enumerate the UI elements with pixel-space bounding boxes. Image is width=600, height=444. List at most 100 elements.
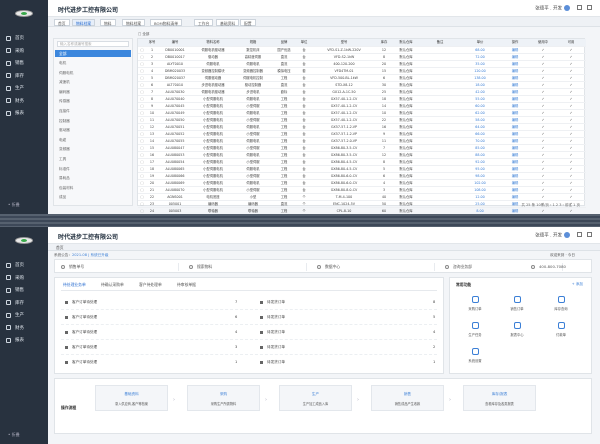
pagination[interactable]: 共 25 条 10条/页 ‹ 1 2 3 › 前往 1 页 [521, 203, 580, 208]
table-cell[interactable]: ✓ [556, 165, 586, 173]
table-cell[interactable]: ✓ [556, 81, 586, 89]
tree-node[interactable]: 变频器 [59, 147, 70, 152]
table-cell[interactable]: ✓ [530, 46, 556, 54]
table-cell[interactable]: ✓ [530, 172, 556, 180]
table-cell[interactable]: ✓ [556, 67, 586, 75]
table-row[interactable]: □ 23 005001 编码器 编码器 直流个 ENC-1024-5V 50 默认仓库 25.00… [138, 200, 586, 208]
minimize-button[interactable] [577, 5, 582, 10]
tree-node[interactable]: 连接件 [59, 109, 70, 114]
column-header[interactable]: 备注 [420, 39, 460, 47]
edit-link[interactable]: 编辑 [500, 81, 530, 89]
table-cell[interactable]: □ [138, 116, 146, 124]
sidebar-item-3[interactable]: 库存 [6, 73, 24, 79]
table-cell[interactable]: ✓ [556, 102, 586, 110]
table-cell[interactable]: ✓ [530, 144, 556, 152]
sidebar-item-6[interactable]: 报表 [6, 337, 24, 343]
quick-item[interactable]: 报表中心 [502, 322, 532, 337]
table-cell[interactable]: □ [138, 137, 146, 145]
table-row[interactable]: □ 18 ALU080065 小型伺服电机 伺服电机 工程台 GX86-80-4.5-CV 5… [138, 165, 586, 173]
edit-link[interactable]: 编辑 [500, 179, 530, 187]
table-cell[interactable]: ✓ [530, 116, 556, 124]
list-item[interactable]: 待发货订单 [260, 345, 285, 350]
table-cell[interactable]: □ [138, 193, 146, 201]
workflow-step[interactable]: 采购 采购生产所需物料 [187, 385, 260, 411]
edit-link[interactable]: 编辑 [500, 172, 530, 180]
table-row[interactable]: □ 16 ALU080053 小型伺服电机 伺服电机 工程台 GX86-80-3.5-CV 1… [138, 151, 586, 159]
edit-link[interactable]: 编辑 [500, 109, 530, 117]
table-cell[interactable]: □ [138, 81, 146, 89]
table-cell[interactable]: ✓ [530, 137, 556, 145]
table-row[interactable]: □ 1 DB0010001 伺服电机驱动器 数控机床 国产优选台 VFD-S1-Z-1kW-… [138, 46, 586, 54]
table-cell[interactable]: ✓ [530, 74, 556, 82]
tree-node[interactable]: 包装材料 [59, 186, 73, 191]
avatar[interactable] [564, 232, 570, 238]
column-header[interactable]: 使用中 [530, 39, 556, 47]
table-cell[interactable]: □ [138, 109, 146, 117]
edit-link[interactable]: 编辑 [500, 74, 530, 82]
edit-link[interactable]: 编辑 [500, 102, 530, 110]
table-cell[interactable]: □ [138, 53, 146, 61]
avatar[interactable] [564, 5, 570, 11]
minimize-button[interactable] [577, 232, 582, 237]
tree-node[interactable]: 电缆 [59, 138, 66, 143]
edit-link[interactable]: 编辑 [500, 186, 530, 194]
edit-link[interactable]: 编辑 [500, 137, 530, 145]
edit-link[interactable]: 编辑 [500, 158, 530, 166]
column-header[interactable]: 规格 [234, 39, 272, 47]
column-header[interactable]: 编号 [158, 39, 192, 47]
table-cell[interactable]: ✓ [556, 88, 586, 96]
edit-link[interactable]: 编辑 [500, 95, 530, 103]
table-cell[interactable]: ✓ [530, 60, 556, 68]
table-cell[interactable]: ✓ [530, 165, 556, 173]
edit-link[interactable]: 编辑 [500, 207, 530, 214]
edit-link[interactable]: 编辑 [500, 53, 530, 61]
edit-link[interactable]: 编辑 [500, 151, 530, 159]
table-row[interactable]: □ 7 ALU070030 伺服电机驱动器 步进电机 欧标台 GX12-A-1C-50 25 默… [138, 88, 586, 96]
column-header[interactable]: 物料名称 [192, 39, 234, 47]
quick-add-button[interactable]: + 添加 [572, 282, 583, 287]
notice-link[interactable]: 2021-08 | 系统已升级 [72, 253, 108, 257]
table-cell[interactable]: ✓ [556, 144, 586, 152]
tree-node[interactable]: 工具 [59, 157, 66, 162]
edit-link[interactable]: 编辑 [500, 130, 530, 138]
quick-item[interactable]: 系统设置 [460, 348, 490, 363]
column-header[interactable]: 品牌 [272, 39, 296, 47]
list-item[interactable]: 客户订单待处理 [65, 315, 97, 320]
tree-node[interactable]: 电机 [59, 61, 66, 66]
table-row[interactable]: □ 4 DBM020033 变频器控制模块 变频器控制器 模拟电压套 VFD4TM-01 15… [138, 67, 586, 75]
edit-link[interactable]: 编辑 [500, 88, 530, 96]
tab-2[interactable]: 物料 [100, 19, 116, 26]
list-item[interactable]: 客户订单待处理 [65, 330, 97, 335]
table-cell[interactable]: ✓ [556, 109, 586, 117]
workflow-step[interactable]: 生产 生产加工成品入库 [279, 385, 352, 411]
tree-node[interactable]: 控制器 [59, 119, 70, 124]
sidebar-item-1[interactable]: 采购 [6, 275, 24, 281]
search-cell-1[interactable]: 搜索物料 [183, 263, 307, 271]
tree-node-selected[interactable]: 全部 [55, 50, 131, 57]
table-cell[interactable]: ✓ [530, 186, 556, 194]
table-row[interactable]: □ 15 ALU080047 小型伺服电机 小型伺服 工程台 GX86-80-3.5-CV 7… [138, 144, 586, 152]
table-row[interactable]: □ 2 DB0010017 驱动器 高精度伺服 直流台 VFD-S2-1kW 8 默认仓库 72.… [138, 53, 586, 61]
table-cell[interactable]: ✓ [556, 172, 586, 180]
list-item[interactable]: 客户订单待处理 [65, 345, 97, 350]
tree-node[interactable]: 易耗品 [59, 176, 70, 181]
sidebar-item-0[interactable]: 首页 [6, 262, 24, 268]
table-cell[interactable]: □ [138, 144, 146, 152]
collapse-button[interactable]: • 折叠 [8, 202, 20, 208]
table-cell[interactable]: ✓ [530, 81, 556, 89]
table-row[interactable]: □ 10 ALU070049 小型伺服电机 伺服电机 工程台 GX57-40-1.2-CV 1… [138, 109, 586, 117]
table-cell[interactable]: ✓ [556, 74, 586, 82]
table-cell[interactable]: ✓ [556, 116, 586, 124]
workflow-step[interactable]: 销售 销售成品产生收款 [371, 385, 444, 411]
list-item[interactable]: 待发货订单 [260, 360, 285, 365]
column-header[interactable]: 序号 [146, 39, 158, 47]
table-cell[interactable]: ✓ [530, 67, 556, 75]
table-cell[interactable]: ✓ [530, 130, 556, 138]
search-cell-0[interactable]: 销售单号 [55, 263, 179, 271]
table-row[interactable]: □ 20 ALU080069 小型伺服电机 伺服电机 工程台 GX86-80-6.0-CV 4… [138, 179, 586, 187]
breadcrumb[interactable]: 首页 [48, 244, 600, 251]
tab-2[interactable]: 客户待处理单 [139, 282, 162, 288]
quick-item[interactable]: 采购订单 [460, 296, 490, 311]
edit-link[interactable]: 编辑 [500, 165, 530, 173]
table-cell[interactable]: ✓ [556, 60, 586, 68]
